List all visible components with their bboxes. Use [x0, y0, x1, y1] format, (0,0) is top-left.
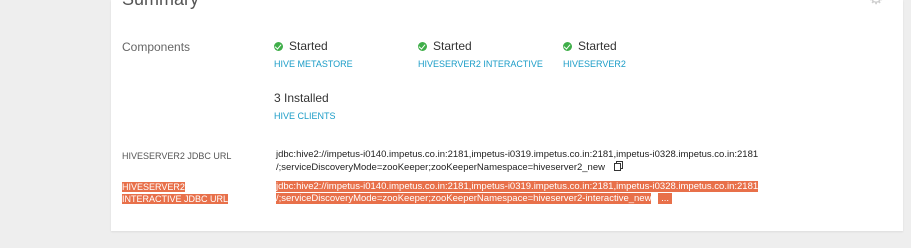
component-hive-clients: 3 Installed HIVE CLIENTS [274, 91, 336, 121]
component-link-hiveserver2[interactable]: HIVESERVER2 [563, 59, 626, 69]
component-hiveserver2-interactive: Started HIVESERVER2 INTERACTIVE [418, 39, 543, 69]
check-icon [418, 41, 427, 51]
hsi-jdbc-line2: /;serviceDiscoveryMode=zooKeeper;zooKeep… [276, 193, 652, 204]
status-text: Started [433, 39, 472, 53]
hsi-jdbc-line1: jdbc:hive2://impetus-i0140.impetus.co.in… [276, 181, 759, 192]
more-button[interactable]: ... [658, 193, 673, 204]
hsi-jdbc-label-line2: INTERACTIVE JDBC URL [122, 194, 229, 204]
hs2-jdbc-value: jdbc:hive2://impetus-i0140.impetus.co.in… [276, 149, 758, 174]
copy-icon[interactable] [613, 161, 623, 171]
hs2-jdbc-label: HIVESERVER2 JDBC URL [122, 151, 232, 161]
component-hive-metastore: Started HIVE METASTORE [274, 39, 353, 69]
installed-text: 3 Installed [274, 91, 329, 105]
component-link-hive-metastore[interactable]: HIVE METASTORE [274, 59, 353, 69]
component-hiveserver2: Started HIVESERVER2 [563, 39, 626, 69]
summary-panel: Summary ⚙ Components Started HIVE METAST… [111, 0, 903, 231]
check-icon [563, 41, 572, 51]
status-text: Started [289, 39, 328, 53]
components-label: Components [122, 40, 191, 54]
hsi-jdbc-label: HIVESERVER2 INTERACTIVE JDBC URL [122, 181, 229, 205]
status-text: Started [578, 39, 617, 53]
hsi-jdbc-value: jdbc:hive2://impetus-i0140.impetus.co.in… [276, 181, 759, 205]
hs2-jdbc-line1: jdbc:hive2://impetus-i0140.impetus.co.in… [276, 149, 759, 160]
component-link-hiveserver2-interactive[interactable]: HIVESERVER2 INTERACTIVE [418, 59, 543, 69]
component-link-hive-clients[interactable]: HIVE CLIENTS [274, 111, 336, 121]
gear-icon[interactable]: ⚙ [868, 0, 890, 7]
hsi-jdbc-label-line1: HIVESERVER2 [122, 182, 185, 192]
check-icon [274, 41, 283, 51]
summary-title: Summary [122, 0, 199, 10]
hs2-jdbc-line2: /;serviceDiscoveryMode=zooKeeper;zooKeep… [276, 162, 605, 173]
